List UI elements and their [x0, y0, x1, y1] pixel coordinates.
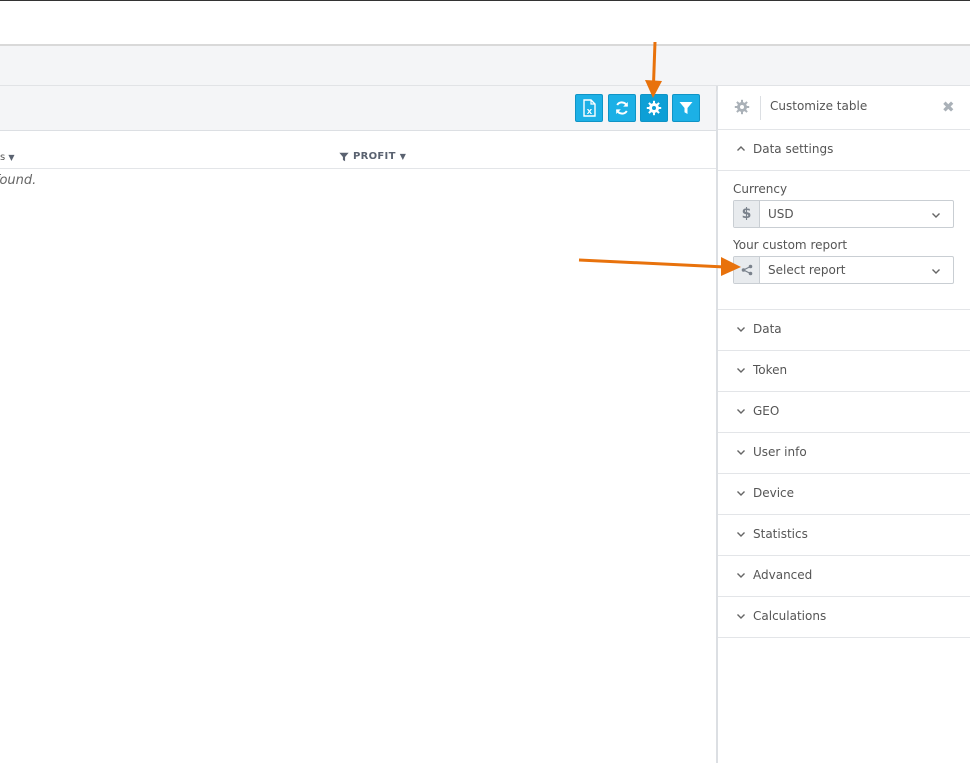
section-token[interactable]: Token [718, 351, 970, 392]
share-icon [734, 257, 760, 283]
chevron-down-icon [737, 491, 745, 496]
section-title: Data settings [753, 142, 834, 156]
section-statistics[interactable]: Statistics [718, 515, 970, 556]
section-title: Advanced [753, 568, 813, 582]
chevron-down-icon [737, 327, 745, 332]
section-title: User info [753, 445, 807, 459]
section-title: Statistics [753, 527, 808, 541]
settings-button[interactable] [640, 94, 668, 122]
chevron-down-icon [737, 368, 745, 373]
section-calculations[interactable]: Calculations [718, 597, 970, 638]
chevron-down-icon [737, 409, 745, 414]
refresh-button[interactable] [608, 94, 636, 122]
column-header-profit[interactable]: PROFIT ▼ [339, 151, 406, 162]
export-excel-button[interactable]: X [575, 94, 603, 122]
custom-report-select[interactable]: Select report [733, 256, 954, 284]
close-icon[interactable]: ✖ [942, 99, 955, 115]
chevron-up-icon [737, 146, 745, 151]
customize-table-panel: Customize table ✖ Data settings Currency… [716, 86, 970, 763]
section-title: Data [753, 322, 782, 336]
svg-text:X: X [587, 108, 593, 116]
excel-icon: X [583, 99, 596, 117]
currency-label: Currency [733, 182, 788, 196]
section-device[interactable]: Device [718, 474, 970, 515]
header-divider [760, 96, 761, 120]
section-title: GEO [753, 404, 780, 418]
gear-icon [646, 100, 662, 116]
filter-icon [339, 152, 349, 161]
profit-header-label: PROFIT [353, 151, 396, 162]
caret-down-icon: ▼ [399, 152, 406, 161]
chevron-down-icon [932, 213, 940, 218]
chevron-down-icon [737, 573, 745, 578]
chevron-down-icon [737, 532, 745, 537]
currency-select[interactable]: $ USD [733, 200, 954, 228]
section-title: Calculations [753, 609, 827, 623]
panel-header: Customize table ✖ [718, 86, 970, 130]
empty-table-message: s found. [0, 173, 37, 188]
chevron-down-icon [932, 269, 940, 274]
section-advanced[interactable]: Advanced [718, 556, 970, 597]
sub-bar [0, 46, 970, 86]
section-geo[interactable]: GEO [718, 392, 970, 433]
refresh-icon [616, 101, 628, 115]
section-data-settings[interactable]: Data settings [718, 130, 970, 171]
filter-button[interactable] [672, 94, 700, 122]
currency-value: USD [768, 207, 794, 221]
chevron-down-icon [737, 450, 745, 455]
report-placeholder: Select report [768, 263, 846, 277]
top-bar [0, 0, 970, 46]
dollar-icon: $ [734, 201, 760, 227]
gear-icon [734, 99, 750, 115]
table-toolbar: X [0, 86, 716, 131]
caret-down-icon: ▼ [8, 153, 15, 162]
section-title: Token [753, 363, 788, 377]
panel-title: Customize table [770, 99, 868, 113]
column-header-fragment[interactable]: s ▼ [0, 152, 15, 163]
custom-report-label: Your custom report [733, 238, 848, 252]
section-user-info[interactable]: User info [718, 433, 970, 474]
table-header-row [0, 131, 716, 169]
chevron-down-icon [737, 614, 745, 619]
section-data[interactable]: Data [718, 310, 970, 351]
section-title: Device [753, 486, 795, 500]
filter-icon [679, 102, 693, 114]
